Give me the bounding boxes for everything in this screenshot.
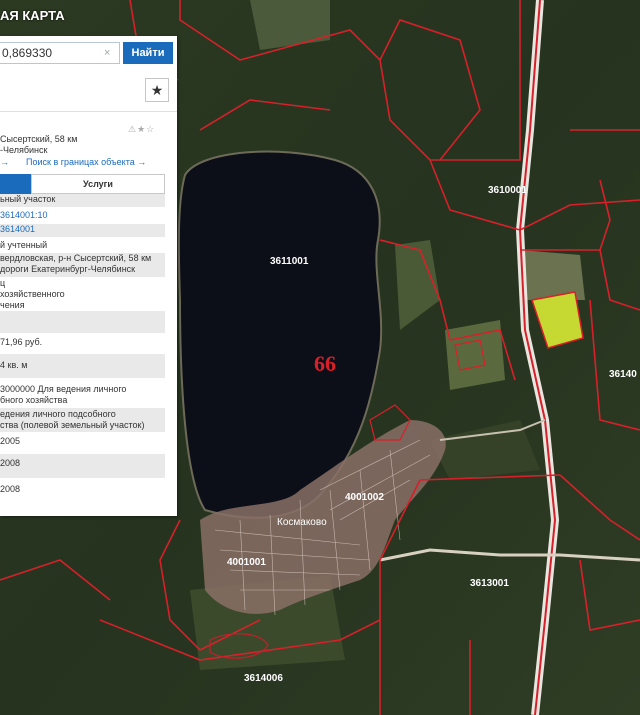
attr-area: 4 кв. м	[0, 360, 165, 373]
object-address: Сысертский, 58 км -Челябинск	[0, 134, 170, 156]
link-arrow[interactable]: →	[0, 157, 9, 167]
ne-block-label: 3610001	[488, 185, 527, 196]
search-bar: × Найти	[0, 40, 177, 66]
attr-address-2: дороги Екатеринбург-Челябинск	[0, 264, 165, 277]
search-in-bounds-link[interactable]: Поиск в границах объекта →	[26, 157, 146, 167]
tab-services[interactable]: Услуги	[31, 174, 165, 194]
attr-use-doc-1: едения личного подсобного	[0, 409, 116, 419]
card-links: → Поиск в границах объекта →	[0, 157, 177, 167]
attr-value: 71,96 руб.	[0, 337, 43, 347]
divider	[0, 111, 177, 112]
attr-cadastral-number[interactable]: 3614001:10	[0, 210, 165, 223]
attr-category-2: хозяйственного	[0, 289, 65, 299]
info-panel: × Найти ★ ⚠★☆ Сысертский, 58 км -Челябин…	[0, 36, 177, 516]
star-icon: ★	[150, 81, 164, 98]
attr-blank-1	[0, 311, 165, 333]
attr-type: ьный участок	[0, 194, 165, 207]
lake-block-label: 3611001	[270, 256, 309, 267]
attr-quarter[interactable]: 3614001	[0, 224, 165, 237]
address-line-2: -Челябинск	[0, 145, 48, 155]
search-input[interactable]	[0, 42, 120, 64]
e-block-label: 36140	[609, 369, 637, 380]
sw-block-label: 4001001	[227, 557, 266, 568]
card-tabs: Услуги	[0, 174, 165, 194]
s-block-label: 3614006	[244, 673, 283, 684]
attr-status: й учтенный	[0, 240, 48, 250]
region-label: 66	[314, 351, 336, 376]
attr-use-1: 3000000 Для ведения личного	[0, 384, 127, 394]
attr-use-doc-2: ства (полевой земельный участок)	[0, 420, 145, 430]
village-block-label: 4001002	[345, 492, 384, 503]
attr-use-2: бного хозяйства	[0, 395, 68, 405]
address-line-1: Сысертский, 58 км	[0, 134, 78, 144]
attr-category-3: чения	[0, 300, 25, 310]
tab-info[interactable]	[0, 174, 31, 194]
attr-date-3: 2008	[0, 484, 21, 494]
favorite-button[interactable]: ★	[145, 78, 169, 102]
clear-search-icon[interactable]: ×	[104, 47, 110, 59]
village-name-label: Космаково	[277, 517, 327, 528]
attr-date-2: 2008	[0, 458, 21, 468]
app-brand: АЯ КАРТА	[0, 8, 65, 23]
attr-category-1: ц	[0, 278, 6, 288]
attr-date-1: 2005	[0, 436, 21, 446]
se-block-label: 3613001	[470, 578, 509, 589]
find-button[interactable]: Найти	[123, 42, 173, 64]
